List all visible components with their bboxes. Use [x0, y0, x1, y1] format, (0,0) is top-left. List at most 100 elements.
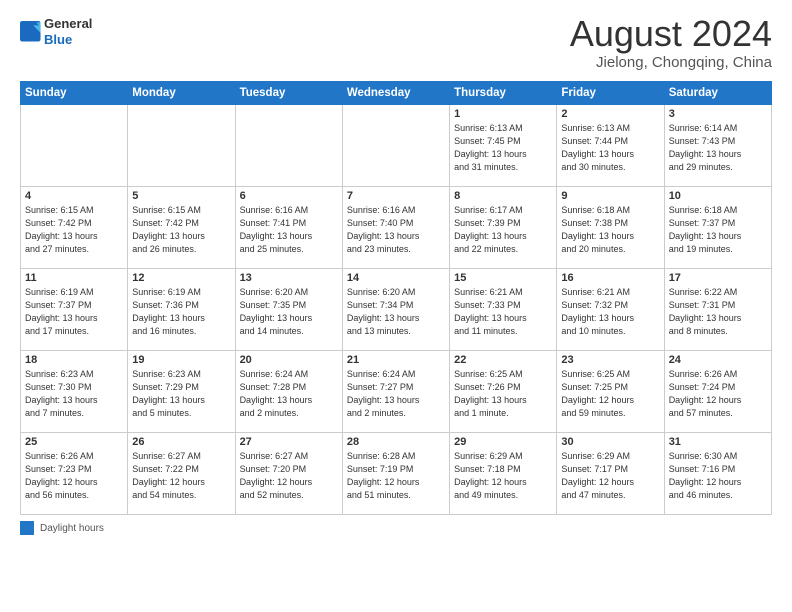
- day-number: 2: [561, 108, 659, 120]
- day-info: Sunrise: 6:23 AM Sunset: 7:30 PM Dayligh…: [25, 368, 123, 420]
- day-number: 5: [132, 190, 230, 202]
- calendar-cell: 27 Sunrise: 6:27 AM Sunset: 7:20 PM Dayli…: [235, 433, 342, 515]
- col-saturday: Saturday: [664, 82, 771, 105]
- logo-line1: General: [44, 16, 92, 32]
- calendar-cell: 19Sunrise: 6:23 AM Sunset: 7:29 PM Dayli…: [128, 351, 235, 433]
- day-info: Sunrise: 6:15 AM Sunset: 7:42 PM Dayligh…: [25, 204, 123, 256]
- calendar-cell: 6 Sunrise: 6:16 AM Sunset: 7:41 PM Daylig…: [235, 187, 342, 269]
- col-tuesday: Tuesday: [235, 82, 342, 105]
- day-number: 22: [454, 354, 552, 366]
- day-number: 21: [347, 354, 445, 366]
- day-number: 29: [454, 436, 552, 448]
- day-number: 30: [561, 436, 659, 448]
- day-info: Sunrise: 6:15 AM Sunset: 7:42 PM Dayligh…: [132, 204, 230, 256]
- calendar-cell: 2Sunrise: 6:13 AM Sunset: 7:44 PM Daylig…: [557, 105, 664, 187]
- week-row-1: 1Sunrise: 6:13 AM Sunset: 7:45 PM Daylig…: [21, 105, 772, 187]
- day-number: 10: [669, 190, 767, 202]
- day-info: Sunrise: 6:21 AM Sunset: 7:33 PM Dayligh…: [454, 286, 552, 338]
- calendar-cell: 1Sunrise: 6:13 AM Sunset: 7:45 PM Daylig…: [450, 105, 557, 187]
- day-info: Sunrise: 6:19 AM Sunset: 7:36 PM Dayligh…: [132, 286, 230, 338]
- day-info: Sunrise: 6:25 AM Sunset: 7:26 PM Dayligh…: [454, 368, 552, 420]
- calendar-cell: 20 Sunrise: 6:24 AM Sunset: 7:28 PM Dayli…: [235, 351, 342, 433]
- day-number: 27: [240, 436, 338, 448]
- day-info: Sunrise: 6:23 AM Sunset: 7:29 PM Dayligh…: [132, 368, 230, 420]
- location: Jielong, Chongqing, China: [570, 54, 772, 71]
- day-number: 15: [454, 272, 552, 284]
- logo-line2: Blue: [44, 32, 92, 48]
- day-info: Sunrise: 6:27 AM Sunset: 7:20 PM Dayligh…: [240, 450, 338, 502]
- week-row-2: 4 Sunrise: 6:15 AM Sunset: 7:42 PM Daylig…: [21, 187, 772, 269]
- calendar-cell: [21, 105, 128, 187]
- col-monday: Monday: [128, 82, 235, 105]
- day-info: Sunrise: 6:21 AM Sunset: 7:32 PM Dayligh…: [561, 286, 659, 338]
- day-info: Sunrise: 6:24 AM Sunset: 7:28 PM Dayligh…: [240, 368, 338, 420]
- calendar-cell: 12 Sunrise: 6:19 AM Sunset: 7:36 PM Dayli…: [128, 269, 235, 351]
- calendar-cell: 7 Sunrise: 6:16 AM Sunset: 7:40 PM Daylig…: [342, 187, 449, 269]
- calendar-cell: 11 Sunrise: 6:19 AM Sunset: 7:37 PM Dayli…: [21, 269, 128, 351]
- day-info: Sunrise: 6:18 AM Sunset: 7:38 PM Dayligh…: [561, 204, 659, 256]
- day-number: 12: [132, 272, 230, 284]
- day-number: 13: [240, 272, 338, 284]
- day-number: 11: [25, 272, 123, 284]
- day-number: 31: [669, 436, 767, 448]
- calendar-cell: 3Sunrise: 6:14 AM Sunset: 7:43 PM Daylig…: [664, 105, 771, 187]
- calendar-cell: 31 Sunrise: 6:30 AM Sunset: 7:16 PM Dayli…: [664, 433, 771, 515]
- logo: General Blue: [20, 16, 92, 47]
- week-row-4: 18 Sunrise: 6:23 AM Sunset: 7:30 PM Dayli…: [21, 351, 772, 433]
- day-info: Sunrise: 6:26 AM Sunset: 7:23 PM Dayligh…: [25, 450, 123, 502]
- day-number: 26: [132, 436, 230, 448]
- calendar-cell: 22 Sunrise: 6:25 AM Sunset: 7:26 PM Dayli…: [450, 351, 557, 433]
- logo-icon: [20, 21, 42, 43]
- day-number: 6: [240, 190, 338, 202]
- day-info: Sunrise: 6:19 AM Sunset: 7:37 PM Dayligh…: [25, 286, 123, 338]
- day-info: Sunrise: 6:20 AM Sunset: 7:35 PM Dayligh…: [240, 286, 338, 338]
- calendar-cell: 17 Sunrise: 6:22 AM Sunset: 7:31 PM Dayli…: [664, 269, 771, 351]
- day-number: 18: [25, 354, 123, 366]
- day-number: 16: [561, 272, 659, 284]
- day-info: Sunrise: 6:25 AM Sunset: 7:25 PM Dayligh…: [561, 368, 659, 420]
- day-number: 4: [25, 190, 123, 202]
- calendar-cell: 10Sunrise: 6:18 AM Sunset: 7:37 PM Dayli…: [664, 187, 771, 269]
- calendar-cell: 21 Sunrise: 6:24 AM Sunset: 7:27 PM Dayli…: [342, 351, 449, 433]
- month-title: August 2024: [570, 16, 772, 52]
- day-number: 1: [454, 108, 552, 120]
- col-sunday: Sunday: [21, 82, 128, 105]
- day-info: Sunrise: 6:20 AM Sunset: 7:34 PM Dayligh…: [347, 286, 445, 338]
- day-info: Sunrise: 6:28 AM Sunset: 7:19 PM Dayligh…: [347, 450, 445, 502]
- day-info: Sunrise: 6:16 AM Sunset: 7:40 PM Dayligh…: [347, 204, 445, 256]
- day-number: 25: [25, 436, 123, 448]
- calendar-cell: 23Sunrise: 6:25 AM Sunset: 7:25 PM Dayli…: [557, 351, 664, 433]
- day-info: Sunrise: 6:16 AM Sunset: 7:41 PM Dayligh…: [240, 204, 338, 256]
- day-info: Sunrise: 6:29 AM Sunset: 7:17 PM Dayligh…: [561, 450, 659, 502]
- calendar-cell: 26 Sunrise: 6:27 AM Sunset: 7:22 PM Dayli…: [128, 433, 235, 515]
- calendar-header-row: Sunday Monday Tuesday Wednesday Thursday…: [21, 82, 772, 105]
- calendar-cell: 13 Sunrise: 6:20 AM Sunset: 7:35 PM Dayli…: [235, 269, 342, 351]
- calendar-cell: 28 Sunrise: 6:28 AM Sunset: 7:19 PM Dayli…: [342, 433, 449, 515]
- week-row-3: 11 Sunrise: 6:19 AM Sunset: 7:37 PM Dayli…: [21, 269, 772, 351]
- title-block: August 2024 Jielong, Chongqing, China: [570, 16, 772, 71]
- calendar-cell: 25 Sunrise: 6:26 AM Sunset: 7:23 PM Dayli…: [21, 433, 128, 515]
- day-info: Sunrise: 6:26 AM Sunset: 7:24 PM Dayligh…: [669, 368, 767, 420]
- calendar-cell: 4 Sunrise: 6:15 AM Sunset: 7:42 PM Daylig…: [21, 187, 128, 269]
- calendar-cell: 29Sunrise: 6:29 AM Sunset: 7:18 PM Dayli…: [450, 433, 557, 515]
- day-number: 7: [347, 190, 445, 202]
- legend-label: Daylight hours: [40, 523, 104, 534]
- calendar-cell: 5 Sunrise: 6:15 AM Sunset: 7:42 PM Daylig…: [128, 187, 235, 269]
- day-info: Sunrise: 6:24 AM Sunset: 7:27 PM Dayligh…: [347, 368, 445, 420]
- col-friday: Friday: [557, 82, 664, 105]
- calendar-cell: 14Sunrise: 6:20 AM Sunset: 7:34 PM Dayli…: [342, 269, 449, 351]
- day-info: Sunrise: 6:22 AM Sunset: 7:31 PM Dayligh…: [669, 286, 767, 338]
- day-number: 20: [240, 354, 338, 366]
- calendar-cell: 24 Sunrise: 6:26 AM Sunset: 7:24 PM Dayli…: [664, 351, 771, 433]
- calendar-table: Sunday Monday Tuesday Wednesday Thursday…: [20, 81, 772, 515]
- day-number: 28: [347, 436, 445, 448]
- day-info: Sunrise: 6:30 AM Sunset: 7:16 PM Dayligh…: [669, 450, 767, 502]
- day-info: Sunrise: 6:27 AM Sunset: 7:22 PM Dayligh…: [132, 450, 230, 502]
- calendar-cell: 16 Sunrise: 6:21 AM Sunset: 7:32 PM Dayli…: [557, 269, 664, 351]
- calendar-cell: 30 Sunrise: 6:29 AM Sunset: 7:17 PM Dayli…: [557, 433, 664, 515]
- day-number: 17: [669, 272, 767, 284]
- day-number: 9: [561, 190, 659, 202]
- day-number: 24: [669, 354, 767, 366]
- col-thursday: Thursday: [450, 82, 557, 105]
- day-info: Sunrise: 6:17 AM Sunset: 7:39 PM Dayligh…: [454, 204, 552, 256]
